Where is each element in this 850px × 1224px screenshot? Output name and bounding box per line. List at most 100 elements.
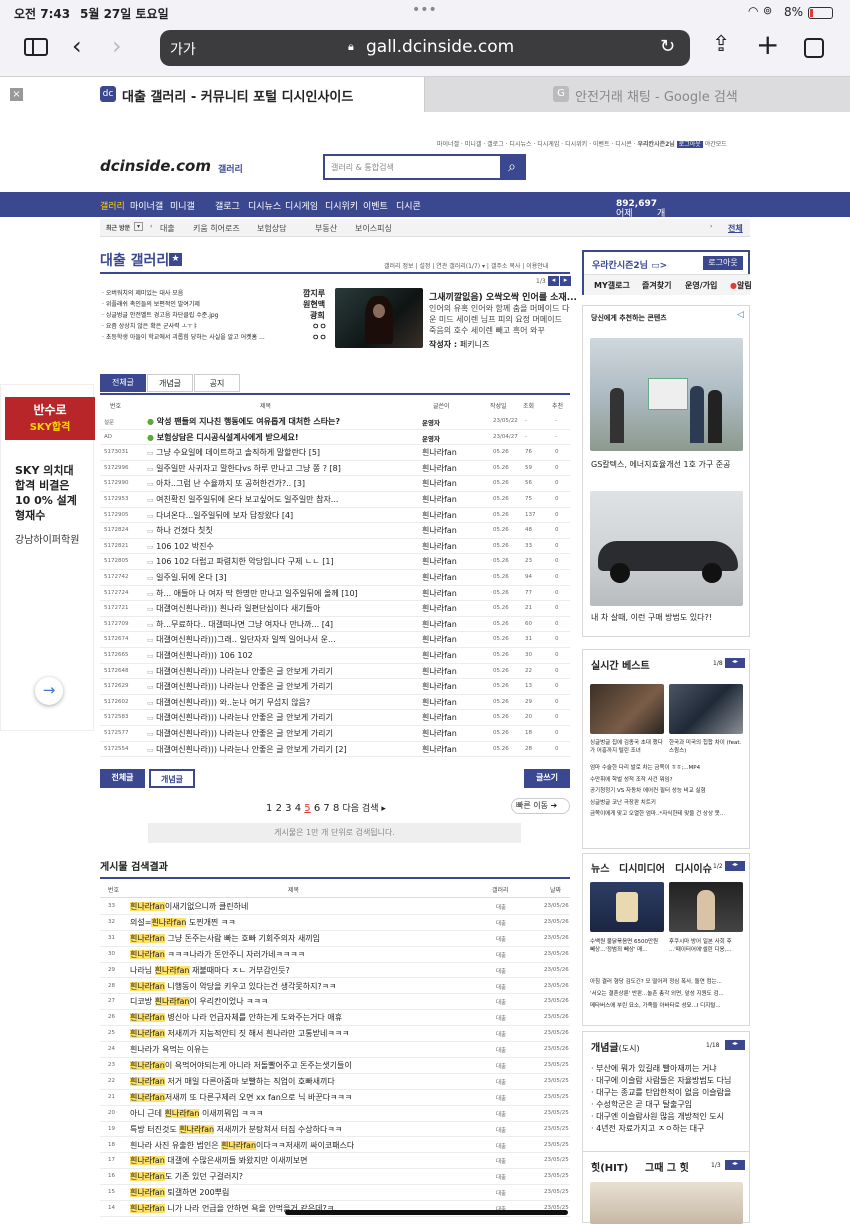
favorites-link[interactable]: 즐겨찾기 [642, 280, 671, 291]
result-gallery[interactable]: 대출 [496, 1014, 506, 1022]
list-item[interactable]: · 요즘 상상치 않은 확은 군사력 ㅗㅜㅑ ㅇㅇ [100, 321, 330, 332]
post-title[interactable]: ▭ 대갤여신흰나라))) 나라눈나 안좋은 글 안보게 가리기 [147, 728, 417, 739]
ad-info-icon[interactable]: ◁ [737, 310, 744, 320]
table-row[interactable]: 16 흰나라fan도 기존 있던 구걸러지? 대출 23/05/25 [100, 1169, 570, 1186]
post-title[interactable]: ▭ 하...무료하다.. 대갤떠나면 그냥 여자나 만나까... [4] [147, 619, 417, 630]
home-indicator[interactable] [285, 1210, 568, 1215]
list-item[interactable]: · 4년전 자료가지고 ㅈㅇ하는 대구 [591, 1123, 746, 1135]
result-gallery[interactable]: 대출 [496, 903, 506, 911]
result-gallery[interactable]: 대출 [496, 967, 506, 975]
recommend-caption[interactable]: GS칼텍스, 에너지효율개선 1호 가구 준공 [591, 459, 730, 470]
result-gallery[interactable]: 대출 [496, 1189, 506, 1197]
table-row[interactable]: 5172742 ▭ 일주일.뒤에 온다 [3] 흰나라fan 05.26 94 0 [100, 570, 570, 586]
prev-next-icon[interactable]: ◂▸ [725, 861, 745, 871]
post-writer[interactable]: 흰나라fan [422, 494, 457, 505]
post-title[interactable]: ▭ 하나 건졌다 칫칫 [147, 525, 417, 536]
result-title[interactable]: 흰나라fan ㅋㅋㅋ나라가 돈안주니 자러가네ㅋㅋㅋㅋ [130, 949, 305, 960]
all-posts-button[interactable]: 전체글 [100, 769, 145, 788]
tab-inactive[interactable]: G 안전거래 채팅 - Google 검색 [425, 77, 850, 112]
recommend-caption[interactable]: 내 차 살때, 이런 구매 방법도 있다?! [591, 612, 712, 623]
table-row[interactable]: 19 특방 터진것도 흰나라fan 저새끼가 분탕쳐서 터짐 수상하다ㅋㅋ 대출 23… [100, 1122, 570, 1138]
related-gallery-link[interactable]: 연관 갤러리(1/7) [436, 263, 480, 270]
post-title[interactable]: ● 보험상담은 디시공식설계사에게 받으세요! [147, 432, 417, 443]
list-item[interactable]: · 부산에 뭐가 있길래 빨아재끼는 거냐 [591, 1063, 746, 1075]
search-input[interactable]: 갤러리 & 통합검색 [331, 162, 394, 173]
table-row[interactable]: 29 나라님 흰나라fan 재불때마다 ㅈㄴ 거부감인듯? 대출 23/05/26 [100, 963, 570, 979]
list-item[interactable]: 수만휘에 학벌 성적 조작 사건 뭐임? [590, 775, 745, 787]
list-item[interactable]: · 초등학생 아들이 학교에서 괴롭힘 당하는 사실을 알고 어켓홈 ... ㅇㅇ [100, 332, 330, 343]
result-gallery[interactable]: 대출 [496, 1062, 506, 1070]
result-gallery[interactable]: 대출 [496, 935, 506, 943]
tabs-overview-icon[interactable] [804, 38, 824, 58]
post-writer[interactable]: 흰나라fan [422, 666, 457, 677]
table-row[interactable]: 18 흰나라 사진 유출한 범인은 흰나라fan이다ㅋㅋ저새끼 싸이코패스다 대출 2… [100, 1138, 570, 1154]
post-writer[interactable]: 흰나라fan [422, 744, 457, 755]
result-gallery[interactable]: 대출 [496, 951, 506, 959]
result-title[interactable]: 나라님 흰나라fan 재불때마다 ㅈㄴ 거부감인듯? [130, 965, 290, 976]
chevron-down-icon[interactable]: ▾ [134, 222, 143, 231]
post-title[interactable]: ▭ 106 102 더럽고 파렴치한 악당입니다 구제 ㄴㄴ [1] [147, 556, 417, 567]
list-item[interactable]: 금쪽이에게 맞고 오열한 엄마..*자식한테 맞을 건 상상 못... [590, 809, 745, 821]
post-title[interactable]: ▭ 대갤여신흰나라))) 흰나라 일편단심이다 새기들아 [147, 603, 417, 614]
list-item[interactable]: · 대구에 이슬람 사람들은 자율방범도 다님 [591, 1075, 746, 1087]
result-title[interactable]: 흰나라 사진 유출한 범인은 흰나라fan이다ㅋㅋ저새끼 싸이코패스다 [130, 1140, 354, 1151]
table-row[interactable]: 30 흰나라fan ㅋㅋㅋ나라가 돈안주니 자러가네ㅋㅋㅋㅋ 대출 23/05/26 [100, 947, 570, 963]
tab-active[interactable]: × dc 대출 갤러리 - 커뮤니티 포털 디시인사이드 [0, 77, 425, 112]
page-link[interactable]: 2 [276, 803, 282, 814]
sidebar-logout-button[interactable]: 로그아웃 [703, 256, 743, 270]
nav-item-gallery[interactable]: 갤러리 [100, 199, 125, 212]
table-row[interactable]: 5172805 ▭ 106 102 더럽고 파렴치한 악당입니다 구제 ㄴㄴ [1… [100, 554, 570, 570]
post-writer[interactable]: 흰나라fan [422, 619, 457, 630]
nav-item[interactable]: 마이너갤 [130, 199, 163, 212]
toplink[interactable]: 갤로그 [487, 141, 504, 148]
quick-jump-button[interactable]: 빠른 이동 ➔ [511, 798, 570, 814]
notifications-link[interactable]: ●알림 [730, 280, 752, 291]
nav-item[interactable]: 디시콘 [396, 199, 421, 212]
table-row[interactable]: 31 흰나라fan 그냥 돈주는사람 빠는 호빠 기회주의자 새끼임 대출 23/05… [100, 931, 570, 947]
table-row[interactable]: 32 의설=흰나라fan 도찐개찐 ㅋㅋ 대출 23/05/26 [100, 915, 570, 931]
result-title[interactable]: 흰나라가 욕먹는 이유는 [130, 1044, 209, 1055]
table-row[interactable]: 5173031 ▭ 그냥 수요일에 데이트하고 솔직하게 말할란다 [5] 흰나라f… [100, 445, 570, 461]
forward-icon[interactable]: › [112, 32, 122, 60]
result-title[interactable]: 흰나라fan 병신아 나라 언급자체를 안하는게 도와주는거다 애휴 [130, 1012, 342, 1023]
result-title[interactable]: 의설=흰나라fan 도찐개찐 ㅋㅋ [130, 917, 236, 928]
post-title[interactable]: ▭ 다녀온다...일주일뒤에 보자 답장왔다 [4] [147, 510, 417, 521]
hit-tab[interactable]: 힛(HIT) [591, 1159, 628, 1174]
table-row[interactable]: 5172821 ▭ 106 102 박진수 흰나라fan 05.26 33 0 [100, 539, 570, 555]
table-row[interactable]: 27 디코방 흰나라fan이 우리칸이었나 ㅋㅋㅋ 대출 23/05/26 [100, 994, 570, 1011]
result-title[interactable]: 흰나라fan이새기없으니까 클린하네 [130, 901, 248, 912]
best-caption[interactable]: 한국과 미국의 힙합 차이 (feat. 스윙스) [669, 739, 743, 755]
result-title[interactable]: 흰나라fan 저새끼가 지능적안티 짓 해서 흰나라만 고통받네ㅋㅋㅋ [130, 1028, 349, 1039]
tab-all-posts[interactable]: 전체글 [100, 374, 146, 392]
table-row[interactable]: 24 흰나라가 욕먹는 이유는 대출 23/05/26 [100, 1042, 570, 1058]
news-caption[interactable]: 후쿠시마 방어 일본 사회 후 ...'때이터어에'셀린 디옹,... [669, 938, 743, 954]
list-item[interactable]: · 싱글벙글 안전벨트 경고음 차단클립 수준.jpg 광희 [100, 310, 330, 321]
table-row[interactable]: 5172721 ▭ 대갤여신흰나라))) 흰나라 일편단심이다 새기들아 흰나라fa… [100, 601, 570, 617]
result-gallery[interactable]: 대출 [496, 1110, 506, 1118]
page-link-current[interactable]: 5 [304, 803, 310, 814]
post-writer[interactable]: 흰나라fan [422, 712, 457, 723]
result-gallery[interactable]: 대출 [496, 1046, 506, 1054]
post-writer[interactable]: 흰나라fan [422, 728, 457, 739]
table-row[interactable]: 5172554 ▭ 대갤여신흰나라))) 나라눈나 안좋은 글 안보게 가리기 [… [100, 742, 570, 758]
post-title[interactable]: ▭ 그냥 수요일에 데이트하고 솔직하게 말할란다 [5] [147, 447, 417, 458]
table-row[interactable]: 17 흰나라fan 대갤에 수많은새끼들 봐왔지만 이새끼보면 대출 23/05/25 [100, 1153, 570, 1170]
arrow-right-icon[interactable]: → [35, 677, 63, 705]
close-tab-icon[interactable]: × [10, 88, 23, 101]
table-row[interactable]: 설문 ● 악성 팬들의 지나친 행동에도 여유롭게 대처한 스타는? 운영자 23/0… [100, 414, 570, 430]
result-gallery[interactable]: 대출 [496, 1078, 506, 1086]
post-writer[interactable]: 흰나라fan [422, 541, 457, 552]
my-gallog-link[interactable]: MY갤로그 [594, 280, 630, 291]
post-writer[interactable]: 흰나라fan [422, 697, 457, 708]
settings-link[interactable]: 설정 [419, 263, 430, 270]
sidebar-icon[interactable] [24, 38, 48, 56]
result-gallery[interactable]: 대출 [496, 1157, 506, 1165]
post-title[interactable]: ▭ 대갤여신흰나라))) 106 102 [147, 650, 417, 661]
manage-link[interactable]: 운영/가입 [685, 280, 717, 291]
table-row[interactable]: 25 흰나라fan 저새끼가 지능적안티 짓 해서 흰나라만 고통받네ㅋㅋㅋ 대출 2… [100, 1026, 570, 1043]
tab-notice[interactable]: 공지 [194, 374, 240, 392]
result-title[interactable]: 흰나라fan저새끼 또 다른구제러 오면 xx fan으로 닉 바꾼다ㅋㅋㅋ [130, 1092, 352, 1103]
search-icon[interactable]: ⌕ [500, 156, 524, 178]
post-writer[interactable]: 흰나라fan [422, 681, 457, 692]
table-row[interactable]: 28 흰나라fan 니행동이 악당을 키우고 있다는건 생각못하지?ㅋㅋ 대출 23/… [100, 979, 570, 995]
